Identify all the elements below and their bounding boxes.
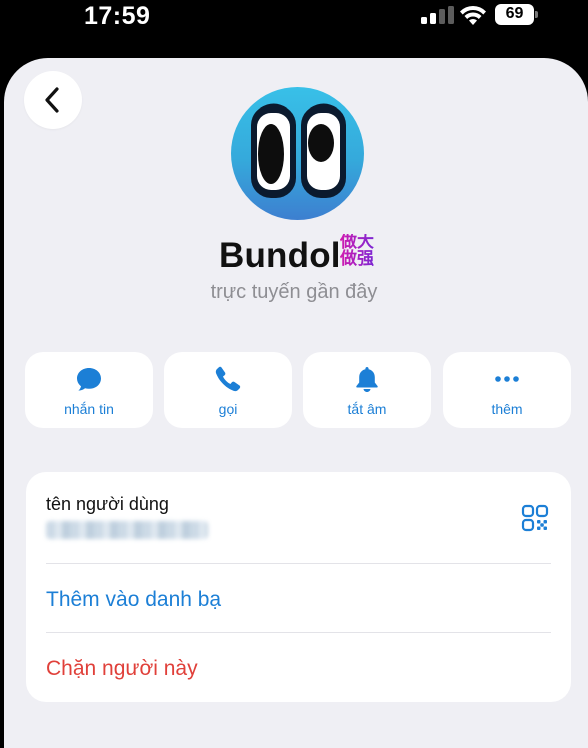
username-value-blurred[interactable] xyxy=(46,521,208,539)
avatar[interactable] xyxy=(231,87,364,220)
call-button-label: gọi xyxy=(218,401,238,417)
chevron-left-icon xyxy=(45,87,59,113)
divider xyxy=(46,563,551,564)
more-button[interactable]: thêm xyxy=(443,352,571,428)
more-button-label: thêm xyxy=(491,401,523,417)
last-seen-status: trực tuyến gần đây xyxy=(210,281,378,303)
mute-button[interactable]: tắt âm xyxy=(303,352,431,428)
add-to-contacts-button[interactable]: Thêm vào danh bạ xyxy=(46,588,221,612)
battery-level: 69 xyxy=(505,5,524,22)
message-button[interactable]: nhắn tin xyxy=(25,352,153,428)
more-dots-icon xyxy=(495,376,519,382)
cartoon-eyes-icon xyxy=(251,103,346,198)
qr-code-icon[interactable] xyxy=(521,504,549,532)
battery-icon: 69 xyxy=(495,4,539,25)
back-button[interactable] xyxy=(24,71,82,129)
bell-icon xyxy=(356,367,378,392)
block-user-button[interactable]: Chặn người này xyxy=(46,657,198,681)
status-time: 17:59 xyxy=(84,2,151,30)
profile-name: Bundol xyxy=(219,236,341,275)
action-buttons: nhắn tin gọi tắt âm thêm xyxy=(25,352,571,428)
phone-icon xyxy=(215,366,241,392)
status-bar: 17:59 69 xyxy=(0,0,588,58)
cellular-signal-icon xyxy=(421,6,454,24)
mute-button-label: tắt âm xyxy=(347,401,387,417)
call-button[interactable]: gọi xyxy=(164,352,292,428)
emoji-status-badge[interactable]: 做大 做强 xyxy=(340,234,380,268)
message-button-label: nhắn tin xyxy=(64,401,114,417)
info-card: tên người dùng Thêm vào danh bạ Chặn ngư… xyxy=(26,472,571,702)
message-bubble-icon xyxy=(77,368,101,391)
profile-name-row: Bundol 做大 做强 xyxy=(0,232,588,276)
divider xyxy=(46,632,551,633)
username-label: tên người dùng xyxy=(46,494,169,514)
wifi-icon xyxy=(460,5,486,25)
